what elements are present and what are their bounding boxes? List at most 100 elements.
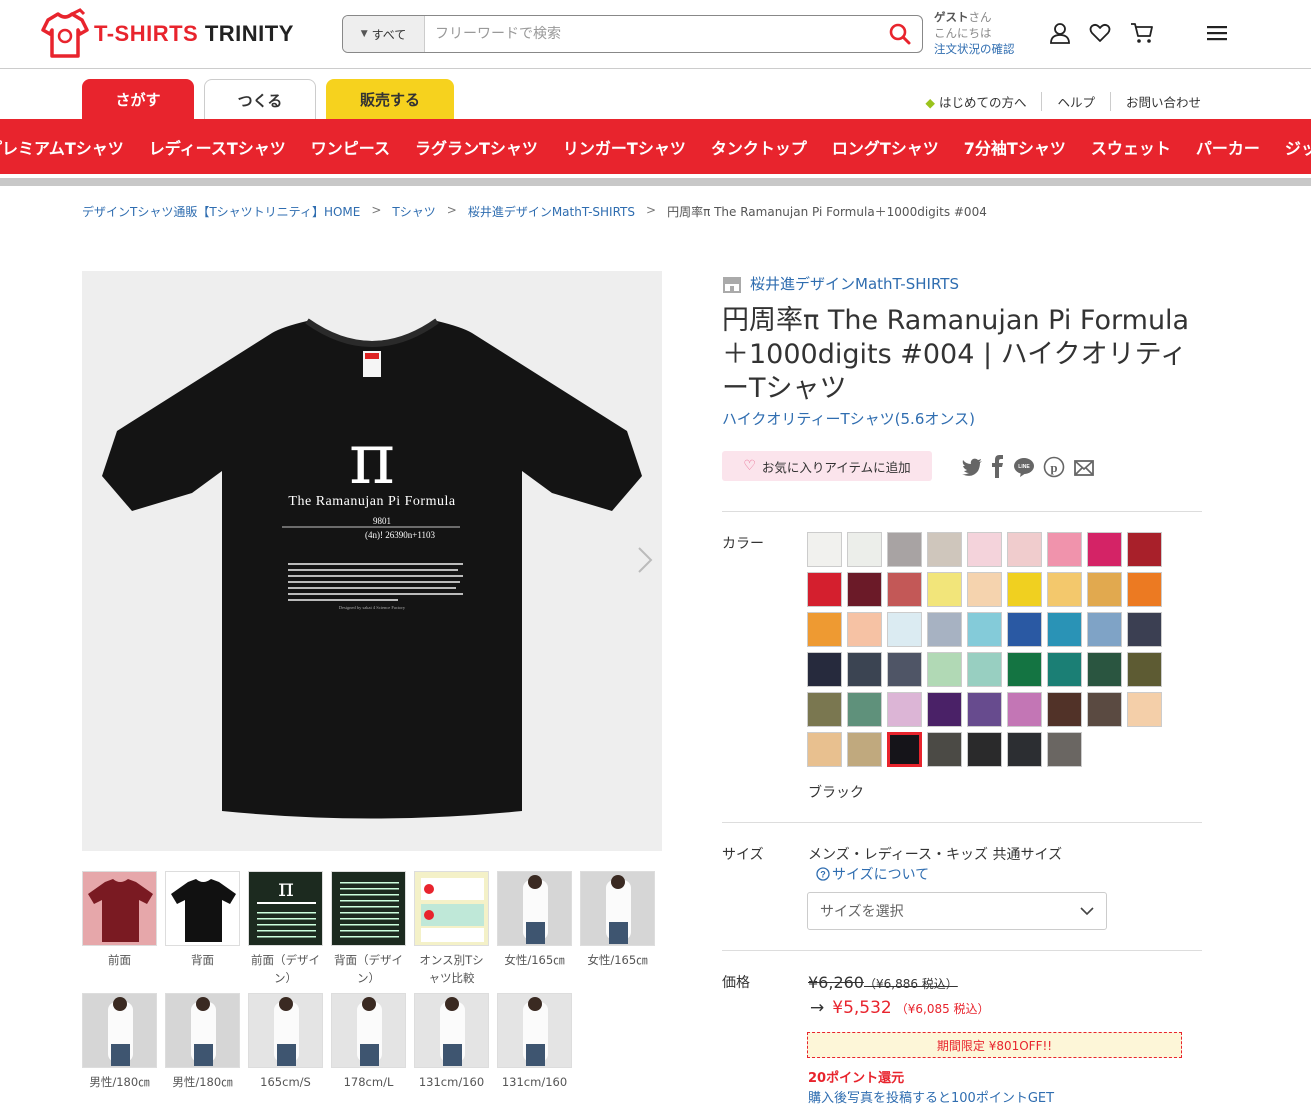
color-swatch[interactable] [1007,652,1042,687]
color-swatch[interactable] [967,692,1002,727]
color-swatch[interactable] [1127,532,1162,567]
color-swatch[interactable] [1007,692,1042,727]
user-icon[interactable] [1049,22,1071,44]
category-link[interactable]: プレミアムTシャツ [0,135,124,159]
product-subtitle-link[interactable]: ハイクオリティーTシャツ(5.6オンス) [722,408,975,429]
color-swatch[interactable] [1087,612,1122,647]
color-swatch[interactable] [887,612,922,647]
pinterest-icon[interactable]: p [1043,456,1065,478]
thumbnail[interactable] [497,993,572,1068]
chevron-right-icon[interactable] [636,545,654,575]
facebook-icon[interactable] [990,454,1004,478]
color-swatch[interactable] [1127,572,1162,607]
color-swatch[interactable] [1127,612,1162,647]
tab-create[interactable]: つくる [204,79,316,120]
search-button[interactable] [878,16,922,52]
color-swatch[interactable] [847,692,882,727]
thumbnail[interactable] [165,993,240,1068]
category-link[interactable]: ワンピース [311,135,390,159]
color-swatch[interactable] [1047,732,1082,767]
color-swatch[interactable] [1007,612,1042,647]
category-link[interactable]: 7分袖Tシャツ [964,135,1066,159]
search-input[interactable] [425,16,878,52]
color-swatch[interactable] [1007,532,1042,567]
breadcrumb-category[interactable]: Tシャツ [392,203,435,220]
color-swatch[interactable] [967,652,1002,687]
color-swatch[interactable] [927,652,962,687]
color-swatch[interactable] [967,572,1002,607]
heart-icon[interactable] [1089,22,1111,44]
tab-search[interactable]: さがす [82,79,194,120]
color-swatch[interactable] [887,572,922,607]
breadcrumb-home[interactable]: デザインTシャツ通販【Tシャツトリニティ】HOME [82,203,360,220]
mail-icon[interactable] [1074,460,1094,476]
help-link[interactable]: ヘルプ [1042,92,1111,111]
line-icon[interactable]: LINE [1013,456,1035,478]
color-swatch[interactable] [807,532,842,567]
thumbnail[interactable] [82,871,157,946]
thumbnail[interactable] [165,871,240,946]
order-status-link[interactable]: 注文状況の確認 [934,41,1015,57]
twitter-icon[interactable] [961,456,983,478]
color-swatch[interactable] [1087,652,1122,687]
color-swatch[interactable] [847,652,882,687]
color-swatch[interactable] [847,732,882,767]
color-swatch[interactable] [1047,652,1082,687]
thumbnail[interactable] [331,871,406,946]
color-swatch[interactable] [1047,612,1082,647]
color-swatch[interactable] [927,692,962,727]
category-link[interactable]: レディースTシャツ [149,135,286,159]
color-swatch[interactable] [1047,692,1082,727]
color-swatch[interactable] [1007,572,1042,607]
color-swatch[interactable] [1047,572,1082,607]
thumbnail[interactable] [497,871,572,946]
main-product-image[interactable]: π The Ramanujan Pi Formula 9801 (4n)! 26… [82,271,662,851]
color-swatch[interactable] [967,612,1002,647]
thumbnail[interactable] [580,871,655,946]
size-guide-link[interactable]: ? サイズについて [816,864,929,884]
color-swatch[interactable] [887,692,922,727]
color-swatch[interactable] [1127,692,1162,727]
color-swatch[interactable] [807,732,842,767]
category-link[interactable]: リンガーTシャツ [563,135,686,159]
color-swatch[interactable] [887,652,922,687]
size-select[interactable]: サイズを選択 [807,892,1107,930]
cart-icon[interactable] [1130,22,1154,44]
color-swatch[interactable] [1127,652,1162,687]
thumbnail[interactable] [414,871,489,946]
thumbnail[interactable] [414,993,489,1068]
beginner-link[interactable]: ◆ はじめての方へ [910,92,1043,111]
tab-sell[interactable]: 販売する [326,79,454,120]
color-swatch[interactable] [807,692,842,727]
category-link[interactable]: ジップパーカー [1285,135,1311,159]
thumbnail[interactable] [82,993,157,1068]
category-link[interactable]: タンクトップ [711,135,807,159]
hamburger-menu-icon[interactable] [1207,25,1227,41]
contact-link[interactable]: お問い合わせ [1111,92,1201,111]
color-swatch[interactable] [807,572,842,607]
color-swatch[interactable] [927,572,962,607]
site-logo[interactable]: T-SHIRTS TRINITY [40,8,294,60]
color-swatch[interactable] [967,532,1002,567]
color-swatch[interactable] [887,532,922,567]
thumbnail[interactable] [248,993,323,1068]
color-swatch[interactable] [847,572,882,607]
color-swatch[interactable] [967,732,1002,767]
color-swatch[interactable] [847,612,882,647]
color-swatch[interactable] [927,732,962,767]
color-swatch[interactable] [1007,732,1042,767]
category-scroll-bar[interactable] [0,178,1311,186]
photo-post-points-link[interactable]: 購入後写真を投稿すると100ポイントGET [808,1087,1054,1106]
category-link[interactable]: パーカー [1196,135,1260,159]
color-swatch[interactable] [1047,532,1082,567]
color-swatch[interactable] [927,532,962,567]
thumbnail[interactable]: π [248,871,323,946]
color-swatch[interactable] [887,732,922,767]
color-swatch[interactable] [847,532,882,567]
breadcrumb-shop[interactable]: 桜井進デザインMathT-SHIRTS [468,203,635,220]
category-link[interactable]: ラグランTシャツ [415,135,538,159]
color-swatch[interactable] [807,612,842,647]
category-link[interactable]: スウェット [1091,135,1171,159]
thumbnail[interactable] [331,993,406,1068]
search-category-select[interactable]: ▼ すべて [343,16,425,52]
